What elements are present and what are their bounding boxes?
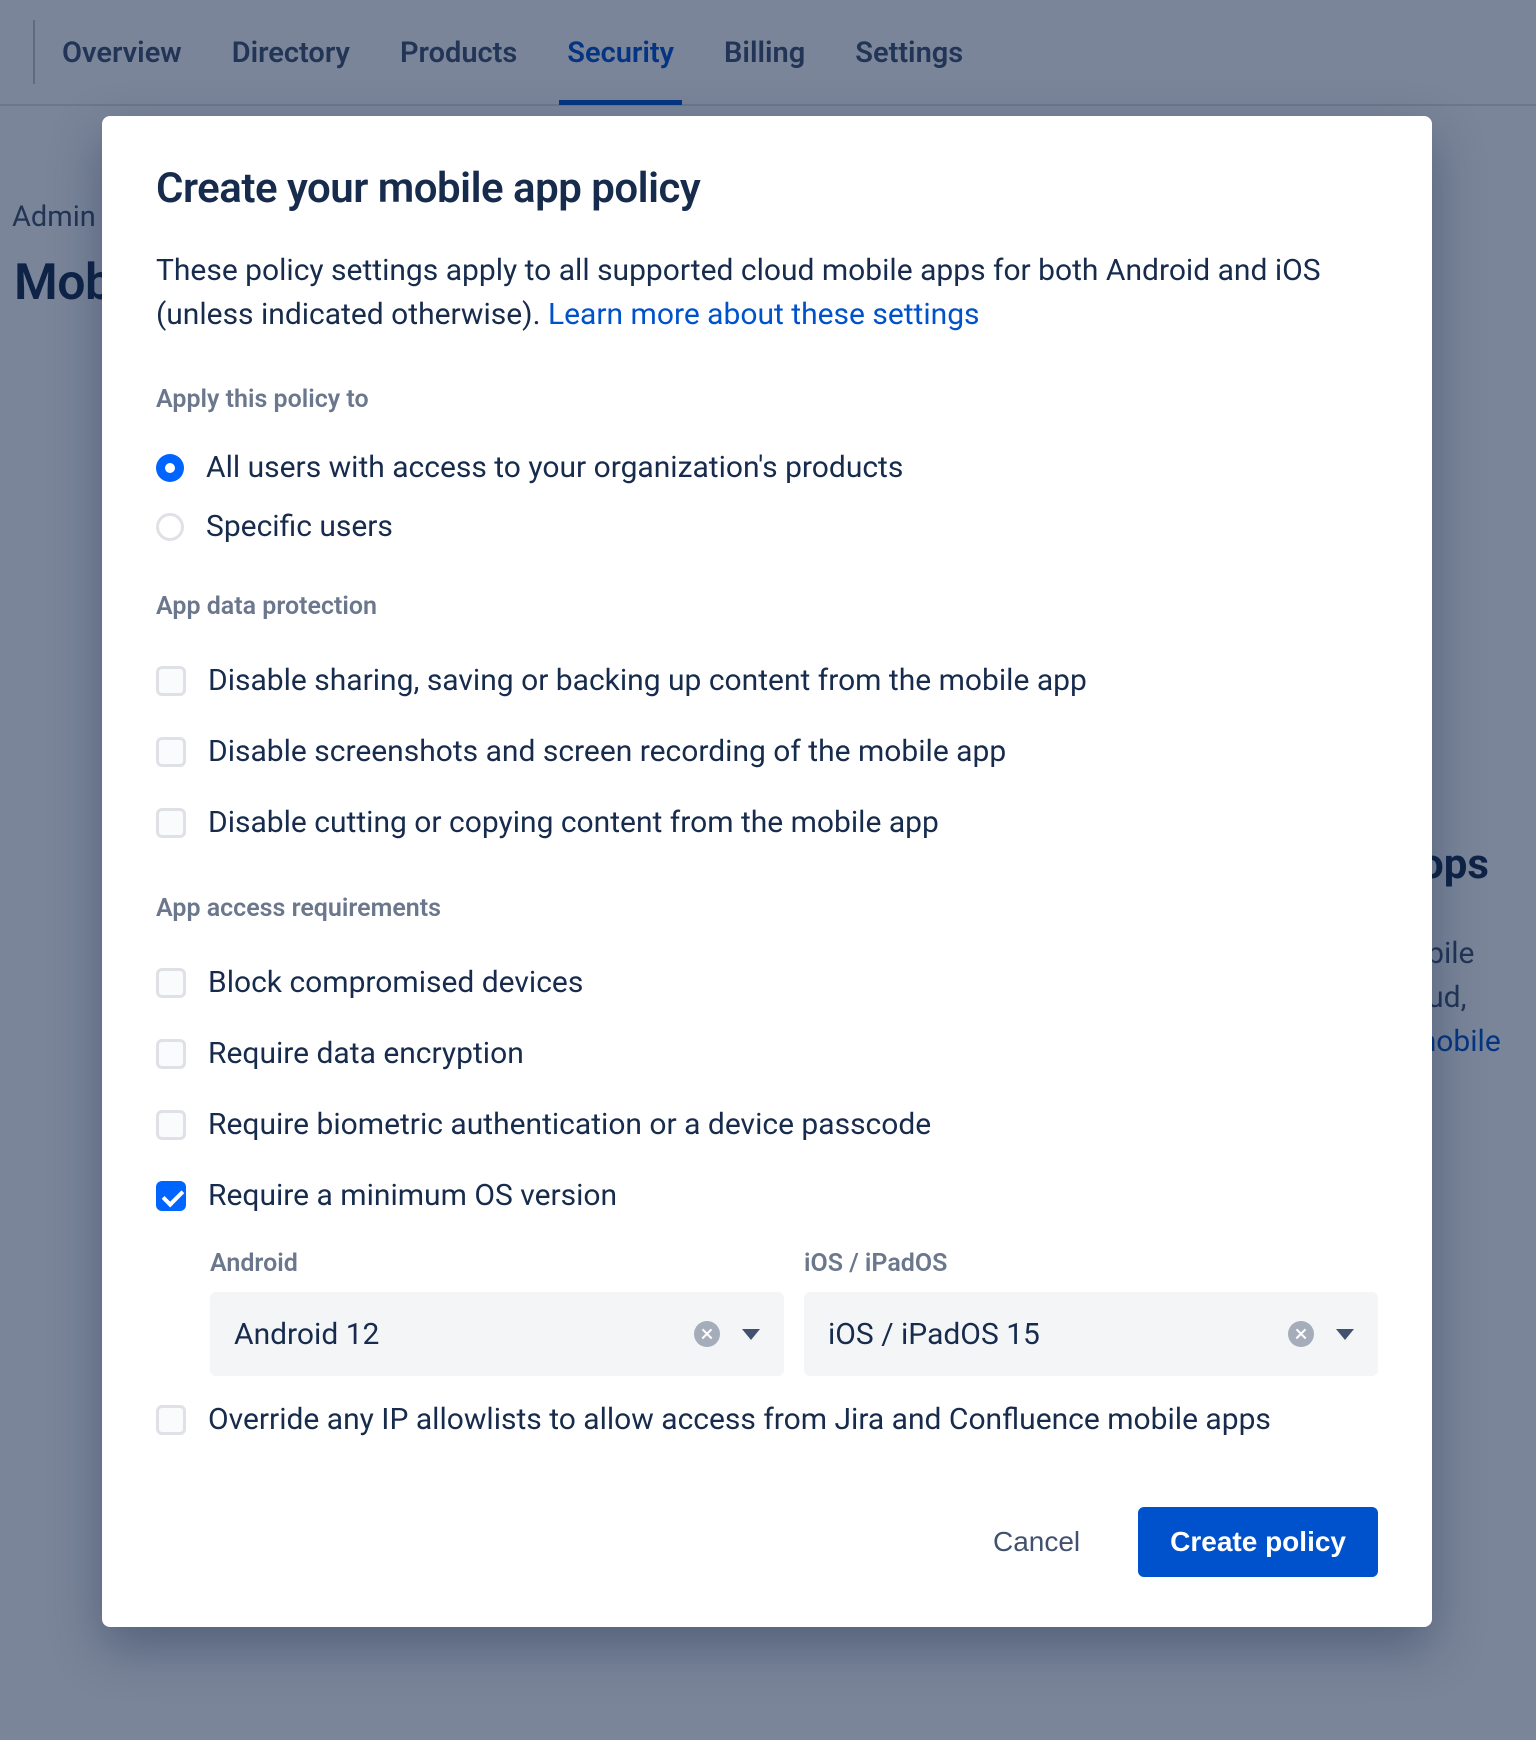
opt-require-biometric[interactable]: Require biometric authentication or a de…: [156, 1089, 1378, 1160]
opt-require-encryption[interactable]: Require data encryption: [156, 1018, 1378, 1089]
checkbox-icon: [156, 1110, 186, 1140]
section-app-access-req: App access requirements: [156, 894, 1378, 923]
section-apply-to: Apply this policy to: [156, 385, 1378, 414]
create-policy-button[interactable]: Create policy: [1138, 1507, 1378, 1577]
apply-option-all-users[interactable]: All users with access to your organizati…: [156, 438, 1378, 497]
checkbox-label: Require biometric authentication or a de…: [208, 1107, 931, 1142]
section-app-data-protection: App data protection: [156, 592, 1378, 621]
checkbox-icon: [156, 737, 186, 767]
checkbox-label: Disable cutting or copying content from …: [208, 805, 939, 840]
apply-option-specific-users[interactable]: Specific users: [156, 497, 1378, 556]
opt-disable-copy[interactable]: Disable cutting or copying content from …: [156, 787, 1378, 858]
ios-label: iOS / iPadOS: [804, 1249, 1378, 1278]
clear-icon[interactable]: [1288, 1321, 1314, 1347]
android-label: Android: [210, 1249, 784, 1278]
android-col: Android Android 12: [210, 1249, 784, 1376]
radio-label: Specific users: [206, 509, 393, 544]
ios-select[interactable]: iOS / iPadOS 15: [804, 1292, 1378, 1376]
ios-value: iOS / iPadOS 15: [828, 1317, 1276, 1352]
modal-title: Create your mobile app policy: [156, 164, 1378, 213]
chevron-down-icon: [742, 1329, 760, 1340]
ios-col: iOS / iPadOS iOS / iPadOS 15: [804, 1249, 1378, 1376]
min-os-version-grid: Android Android 12 iOS / iPadOS iOS / iP…: [210, 1249, 1378, 1376]
radio-label: All users with access to your organizati…: [206, 450, 903, 485]
checkbox-icon: [156, 666, 186, 696]
opt-disable-sharing[interactable]: Disable sharing, saving or backing up co…: [156, 645, 1378, 716]
checkbox-label: Override any IP allowlists to allow acce…: [208, 1402, 1271, 1437]
radio-icon: [156, 454, 184, 482]
android-value: Android 12: [234, 1317, 682, 1352]
checkbox-label: Disable screenshots and screen recording…: [208, 734, 1006, 769]
checkbox-icon: [156, 808, 186, 838]
checkbox-icon: [156, 968, 186, 998]
checkbox-label: Block compromised devices: [208, 965, 583, 1000]
modal-footer: Cancel Create policy: [156, 1507, 1378, 1577]
opt-disable-screenshots[interactable]: Disable screenshots and screen recording…: [156, 716, 1378, 787]
chevron-down-icon: [1336, 1329, 1354, 1340]
clear-icon[interactable]: [694, 1321, 720, 1347]
checkbox-label: Require data encryption: [208, 1036, 524, 1071]
android-select[interactable]: Android 12: [210, 1292, 784, 1376]
opt-override-ip-allowlist[interactable]: Override any IP allowlists to allow acce…: [156, 1384, 1378, 1455]
opt-block-compromised[interactable]: Block compromised devices: [156, 947, 1378, 1018]
cancel-button[interactable]: Cancel: [961, 1507, 1112, 1577]
create-policy-modal: Create your mobile app policy These poli…: [102, 116, 1432, 1627]
checkbox-icon: [156, 1405, 186, 1435]
checkbox-icon: [156, 1039, 186, 1069]
checkbox-label: Require a minimum OS version: [208, 1178, 617, 1213]
checkbox-label: Disable sharing, saving or backing up co…: [208, 663, 1087, 698]
radio-icon: [156, 513, 184, 541]
opt-require-min-os[interactable]: Require a minimum OS version: [156, 1160, 1378, 1231]
checkbox-icon: [156, 1181, 186, 1211]
modal-lead: These policy settings apply to all suppo…: [156, 249, 1378, 337]
learn-more-link[interactable]: Learn more about these settings: [548, 297, 980, 332]
